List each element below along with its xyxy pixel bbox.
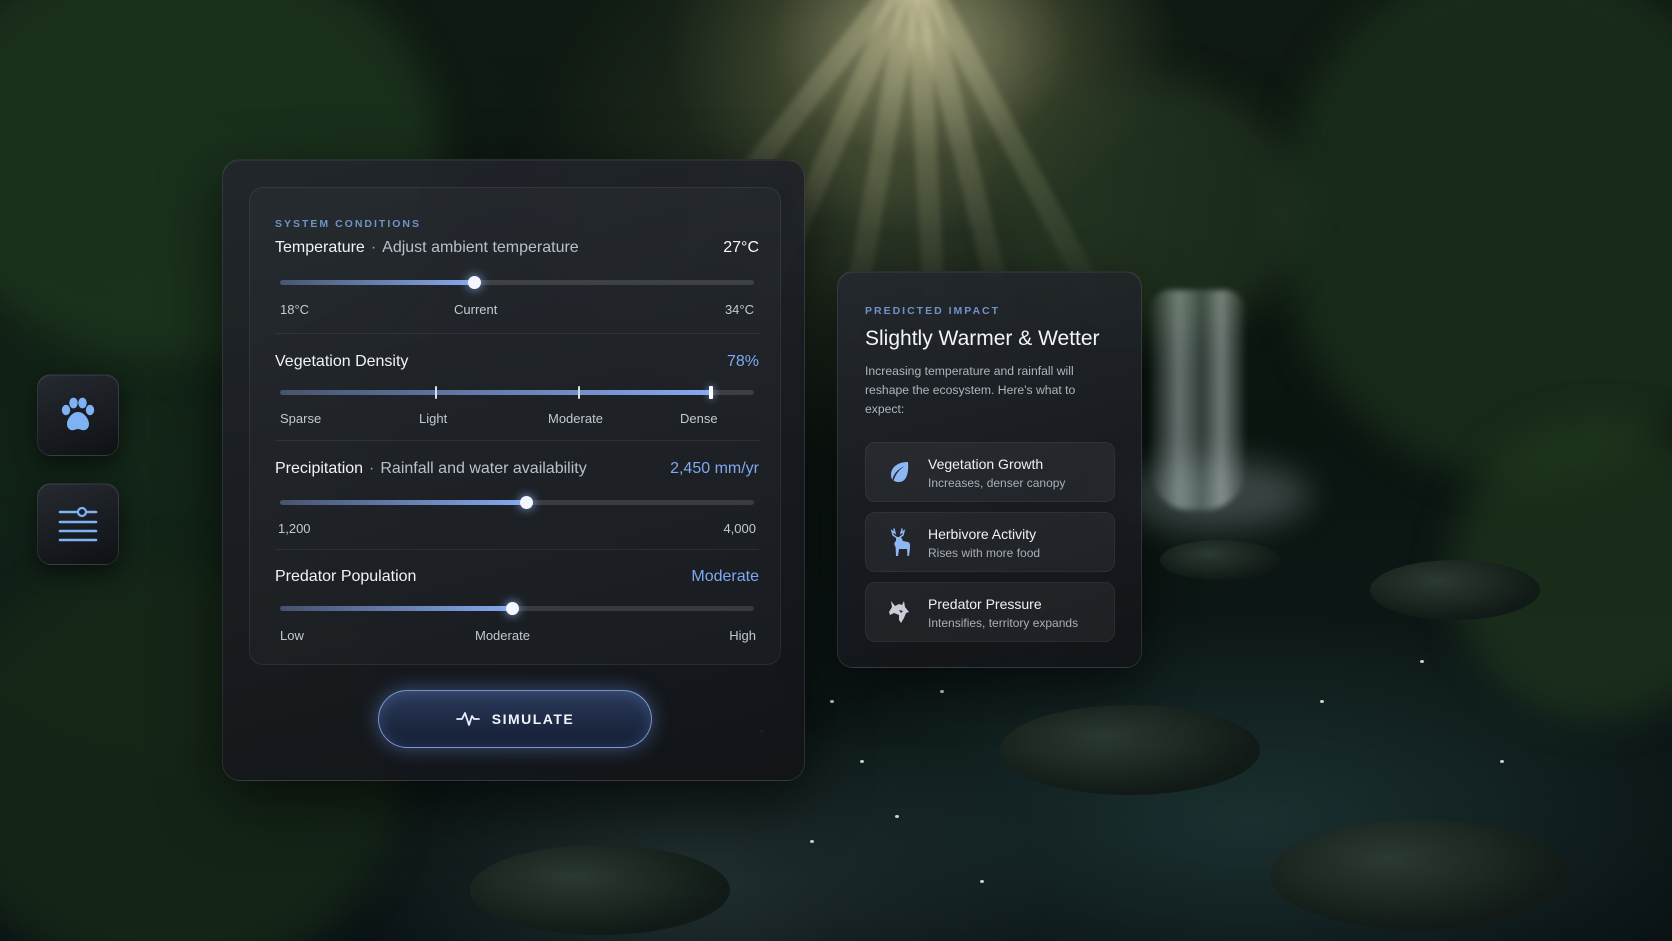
predator-header: Predator Population Moderate	[275, 568, 759, 590]
precipitation-max-label: 4,000	[723, 521, 756, 536]
wildlife-button[interactable]	[37, 374, 119, 456]
vegetation-control: Vegetation Density 78% Sparse Light Mode…	[275, 353, 759, 426]
separator-dot: ·	[370, 239, 377, 256]
impact-item-subtitle: Increases, denser canopy	[928, 476, 1066, 490]
temperature-current-label: Current	[454, 302, 498, 317]
precipitation-title: Precipitation	[275, 460, 364, 477]
water-sparkle	[1420, 660, 1424, 663]
precipitation-header: Precipitation · Rainfall and water availab…	[275, 460, 759, 482]
precipitation-slider[interactable]	[280, 496, 754, 509]
impact-item-title: Herbivore Activity	[928, 526, 1037, 542]
divider	[275, 440, 759, 441]
impact-item-herbivore: Herbivore Activity Rises with more food	[865, 512, 1115, 572]
paw-icon	[61, 397, 95, 431]
predator-slider[interactable]	[280, 602, 754, 615]
temperature-slider-fill	[280, 280, 475, 285]
temperature-value: 27°C	[723, 239, 759, 256]
water-sparkle	[895, 815, 899, 818]
vegetation-tick-moderate[interactable]	[577, 386, 580, 399]
temperature-subtitle: Adjust ambient temperature	[382, 239, 579, 256]
vegetation-stop-label[interactable]: Moderate	[548, 411, 603, 426]
rock	[470, 845, 730, 935]
settings-menu-button[interactable]	[37, 483, 119, 565]
predator-high-label: High	[729, 628, 756, 643]
impact-item-subtitle: Intensifies, territory expands	[928, 616, 1079, 630]
divider	[275, 549, 759, 550]
precipitation-slider-knob[interactable]	[520, 496, 534, 509]
predator-slider-knob[interactable]	[506, 602, 520, 615]
predator-low-label: Low	[280, 628, 304, 643]
simulate-label: SIMULATE	[491, 711, 575, 727]
impact-description: Increasing temperature and rainfall will…	[865, 364, 1076, 416]
rock	[1000, 705, 1260, 795]
impact-item-title: Vegetation Growth	[928, 456, 1044, 472]
precipitation-subtitle: Rainfall and water availability	[380, 460, 587, 477]
section-eyebrow: SYSTEM CONDITIONS	[275, 218, 422, 230]
divider	[275, 333, 759, 334]
vegetation-header: Vegetation Density 78%	[275, 353, 759, 375]
separator-dot: ·	[369, 460, 375, 477]
impact-item-subtitle: Rises with more food	[928, 546, 1041, 560]
vegetation-value: 78%	[726, 353, 759, 370]
water-sparkle	[830, 700, 834, 703]
water-sparkle	[940, 690, 944, 693]
foliage	[1280, 0, 1672, 480]
temperature-slider[interactable]	[280, 276, 754, 289]
simulate-button[interactable]: SIMULATE	[378, 690, 652, 748]
temperature-min-label: 18°C	[280, 302, 310, 317]
rock	[1270, 820, 1570, 930]
impact-title: Slightly Warmer & Wetter	[865, 327, 1100, 350]
water-sparkle	[860, 760, 864, 763]
impact-eyebrow: PREDICTED IMPACT	[865, 305, 1001, 317]
impact-item-predator: Predator Pressure Intensifies, territory…	[865, 582, 1115, 642]
pulse-icon	[455, 712, 480, 726]
predator-control: Predator Population Moderate Low Moderat…	[275, 568, 759, 643]
sliders-menu-icon	[58, 506, 98, 542]
precipitation-value: 2,450 mm/yr	[670, 460, 759, 477]
vegetation-tick-dense[interactable]	[709, 386, 714, 399]
predator-title: Predator Population	[275, 568, 417, 585]
deer-icon	[884, 527, 914, 557]
temperature-header: Temperature · Adjust ambient temperature 2…	[275, 239, 759, 261]
leaf-icon	[884, 457, 914, 487]
water-sparkle	[1500, 760, 1504, 763]
vegetation-slider-fill	[280, 390, 712, 395]
vegetation-stop-label[interactable]: Light	[419, 411, 447, 426]
predator-mid-label: Moderate	[475, 628, 530, 643]
precipitation-control: Precipitation · Rainfall and water availab…	[275, 460, 759, 536]
predator-value: Moderate	[691, 568, 759, 585]
vegetation-stop-label[interactable]: Dense	[680, 411, 718, 426]
impact-item-vegetation: Vegetation Growth Increases, denser cano…	[865, 442, 1115, 502]
water-sparkle	[810, 840, 814, 843]
precipitation-slider-fill	[280, 500, 527, 505]
predicted-impact-panel: PREDICTED IMPACT Slightly Warmer & Wette…	[837, 271, 1142, 668]
wolf-icon	[884, 597, 914, 627]
vegetation-title: Vegetation Density	[275, 353, 409, 370]
vegetation-slider[interactable]	[280, 386, 754, 399]
temperature-slider-knob[interactable]	[468, 276, 482, 289]
rock	[1370, 560, 1540, 620]
temperature-control: Temperature · Adjust ambient temperature 2…	[275, 239, 759, 317]
water-sparkle	[980, 880, 984, 883]
impact-item-title: Predator Pressure	[928, 596, 1042, 612]
temperature-max-label: 34°C	[724, 302, 754, 317]
predator-slider-fill	[280, 606, 513, 611]
temperature-title: Temperature	[275, 239, 365, 256]
water-sparkle	[1320, 700, 1324, 703]
system-conditions-panel: SYSTEM CONDITIONS Temperature · Adjust amb…	[222, 159, 805, 781]
conditions-card: SYSTEM CONDITIONS Temperature · Adjust amb…	[249, 187, 781, 665]
precipitation-min-label: 1,200	[278, 521, 311, 536]
vegetation-stop-label[interactable]: Sparse	[280, 411, 321, 426]
rock	[1160, 540, 1280, 580]
